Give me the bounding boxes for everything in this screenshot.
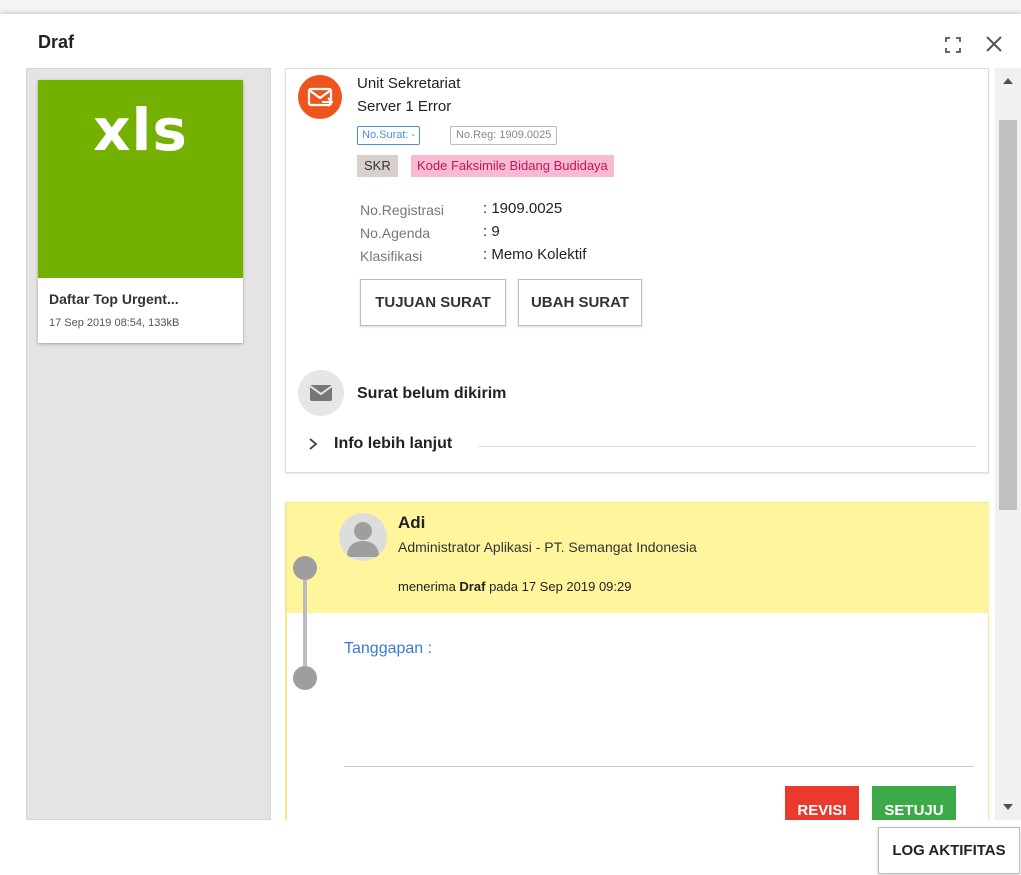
fullscreen-icon[interactable] [944,36,962,54]
file-extension-label: xls [93,96,188,164]
chevron-right-icon [309,438,318,450]
tujuan-surat-button[interactable]: TUJUAN SURAT [360,279,506,326]
activity-description: menerima Draf pada 17 Sep 2019 09:29 [398,579,631,594]
letter-card: Unit Sekretariat Server 1 Error No.Surat… [285,68,989,473]
tag-no-reg: No.Reg: 1909.0025 [450,126,558,145]
dialog-title: Draf [38,32,75,52]
timeline-dot [293,666,317,690]
timeline-connector [303,566,307,678]
activity-header: Adi Administrator Aplikasi - PT. Semanga… [287,503,989,613]
envelope-icon [298,370,344,416]
draft-dialog: Draf xls Daftar Top Urgent... 17 Sep 201… [0,14,1021,875]
attachment-sidebar: xls Daftar Top Urgent... 17 Sep 2019 08:… [26,68,271,820]
response-label: Tanggapan : [344,640,433,657]
action-suffix: pada 17 Sep 2019 09:29 [489,579,632,594]
more-info-label: Info lebih lanjut [334,435,453,452]
field-label: No.Registrasi [360,202,445,218]
scroll-thumb[interactable] [999,120,1017,510]
attachment-thumbnail: xls [38,80,243,278]
letter-content: Unit Sekretariat Server 1 Error No.Surat… [283,68,992,820]
divider [478,446,976,447]
letter-sender: Unit Sekretariat [357,75,461,92]
attachment-card[interactable]: xls Daftar Top Urgent... 17 Sep 2019 08:… [38,80,243,343]
response-input[interactable] [344,663,974,767]
user-name: Adi [398,513,426,532]
timeline-dot [293,556,317,580]
send-status: Surat belum dikirim [357,385,507,402]
user-role: Administrator Aplikasi - PT. Semangat In… [398,539,697,555]
log-aktifitas-button[interactable]: LOG AKTIFITAS [878,827,1020,874]
attachment-meta: 17 Sep 2019 08:54, 133kB [49,317,180,329]
avatar [339,513,387,561]
content-scrollbar[interactable] [995,68,1021,820]
tag-skr: SKR [357,155,398,177]
activity-card: Adi Administrator Aplikasi - PT. Semanga… [285,502,989,820]
tag-kode-faksimile: Kode Faksimile Bidang Budidaya [411,155,614,177]
action-prefix: menerima [398,579,456,594]
more-info-toggle[interactable]: Info lebih lanjut [306,434,976,458]
letter-subject: Server 1 Error [357,98,452,115]
tag-no-surat: No.Surat: - [357,126,421,145]
close-icon[interactable] [984,34,1004,54]
attachment-name: Daftar Top Urgent... [49,291,179,307]
outgoing-mail-icon [298,75,342,119]
revisi-button[interactable]: REVISI [785,786,859,820]
scroll-up-arrow-icon[interactable] [1003,78,1013,84]
ubah-surat-button[interactable]: UBAH SURAT [518,279,642,326]
scroll-down-arrow-icon[interactable] [1003,804,1013,810]
field-label: Klasifikasi [360,248,423,264]
field-value: : Memo Kolektif [483,246,587,263]
field-value: : 1909.0025 [483,200,563,217]
field-label: No.Agenda [360,225,431,241]
field-value: : 9 [483,223,500,240]
setuju-button[interactable]: SETUJU [872,786,956,820]
action-object: Draf [459,579,486,594]
